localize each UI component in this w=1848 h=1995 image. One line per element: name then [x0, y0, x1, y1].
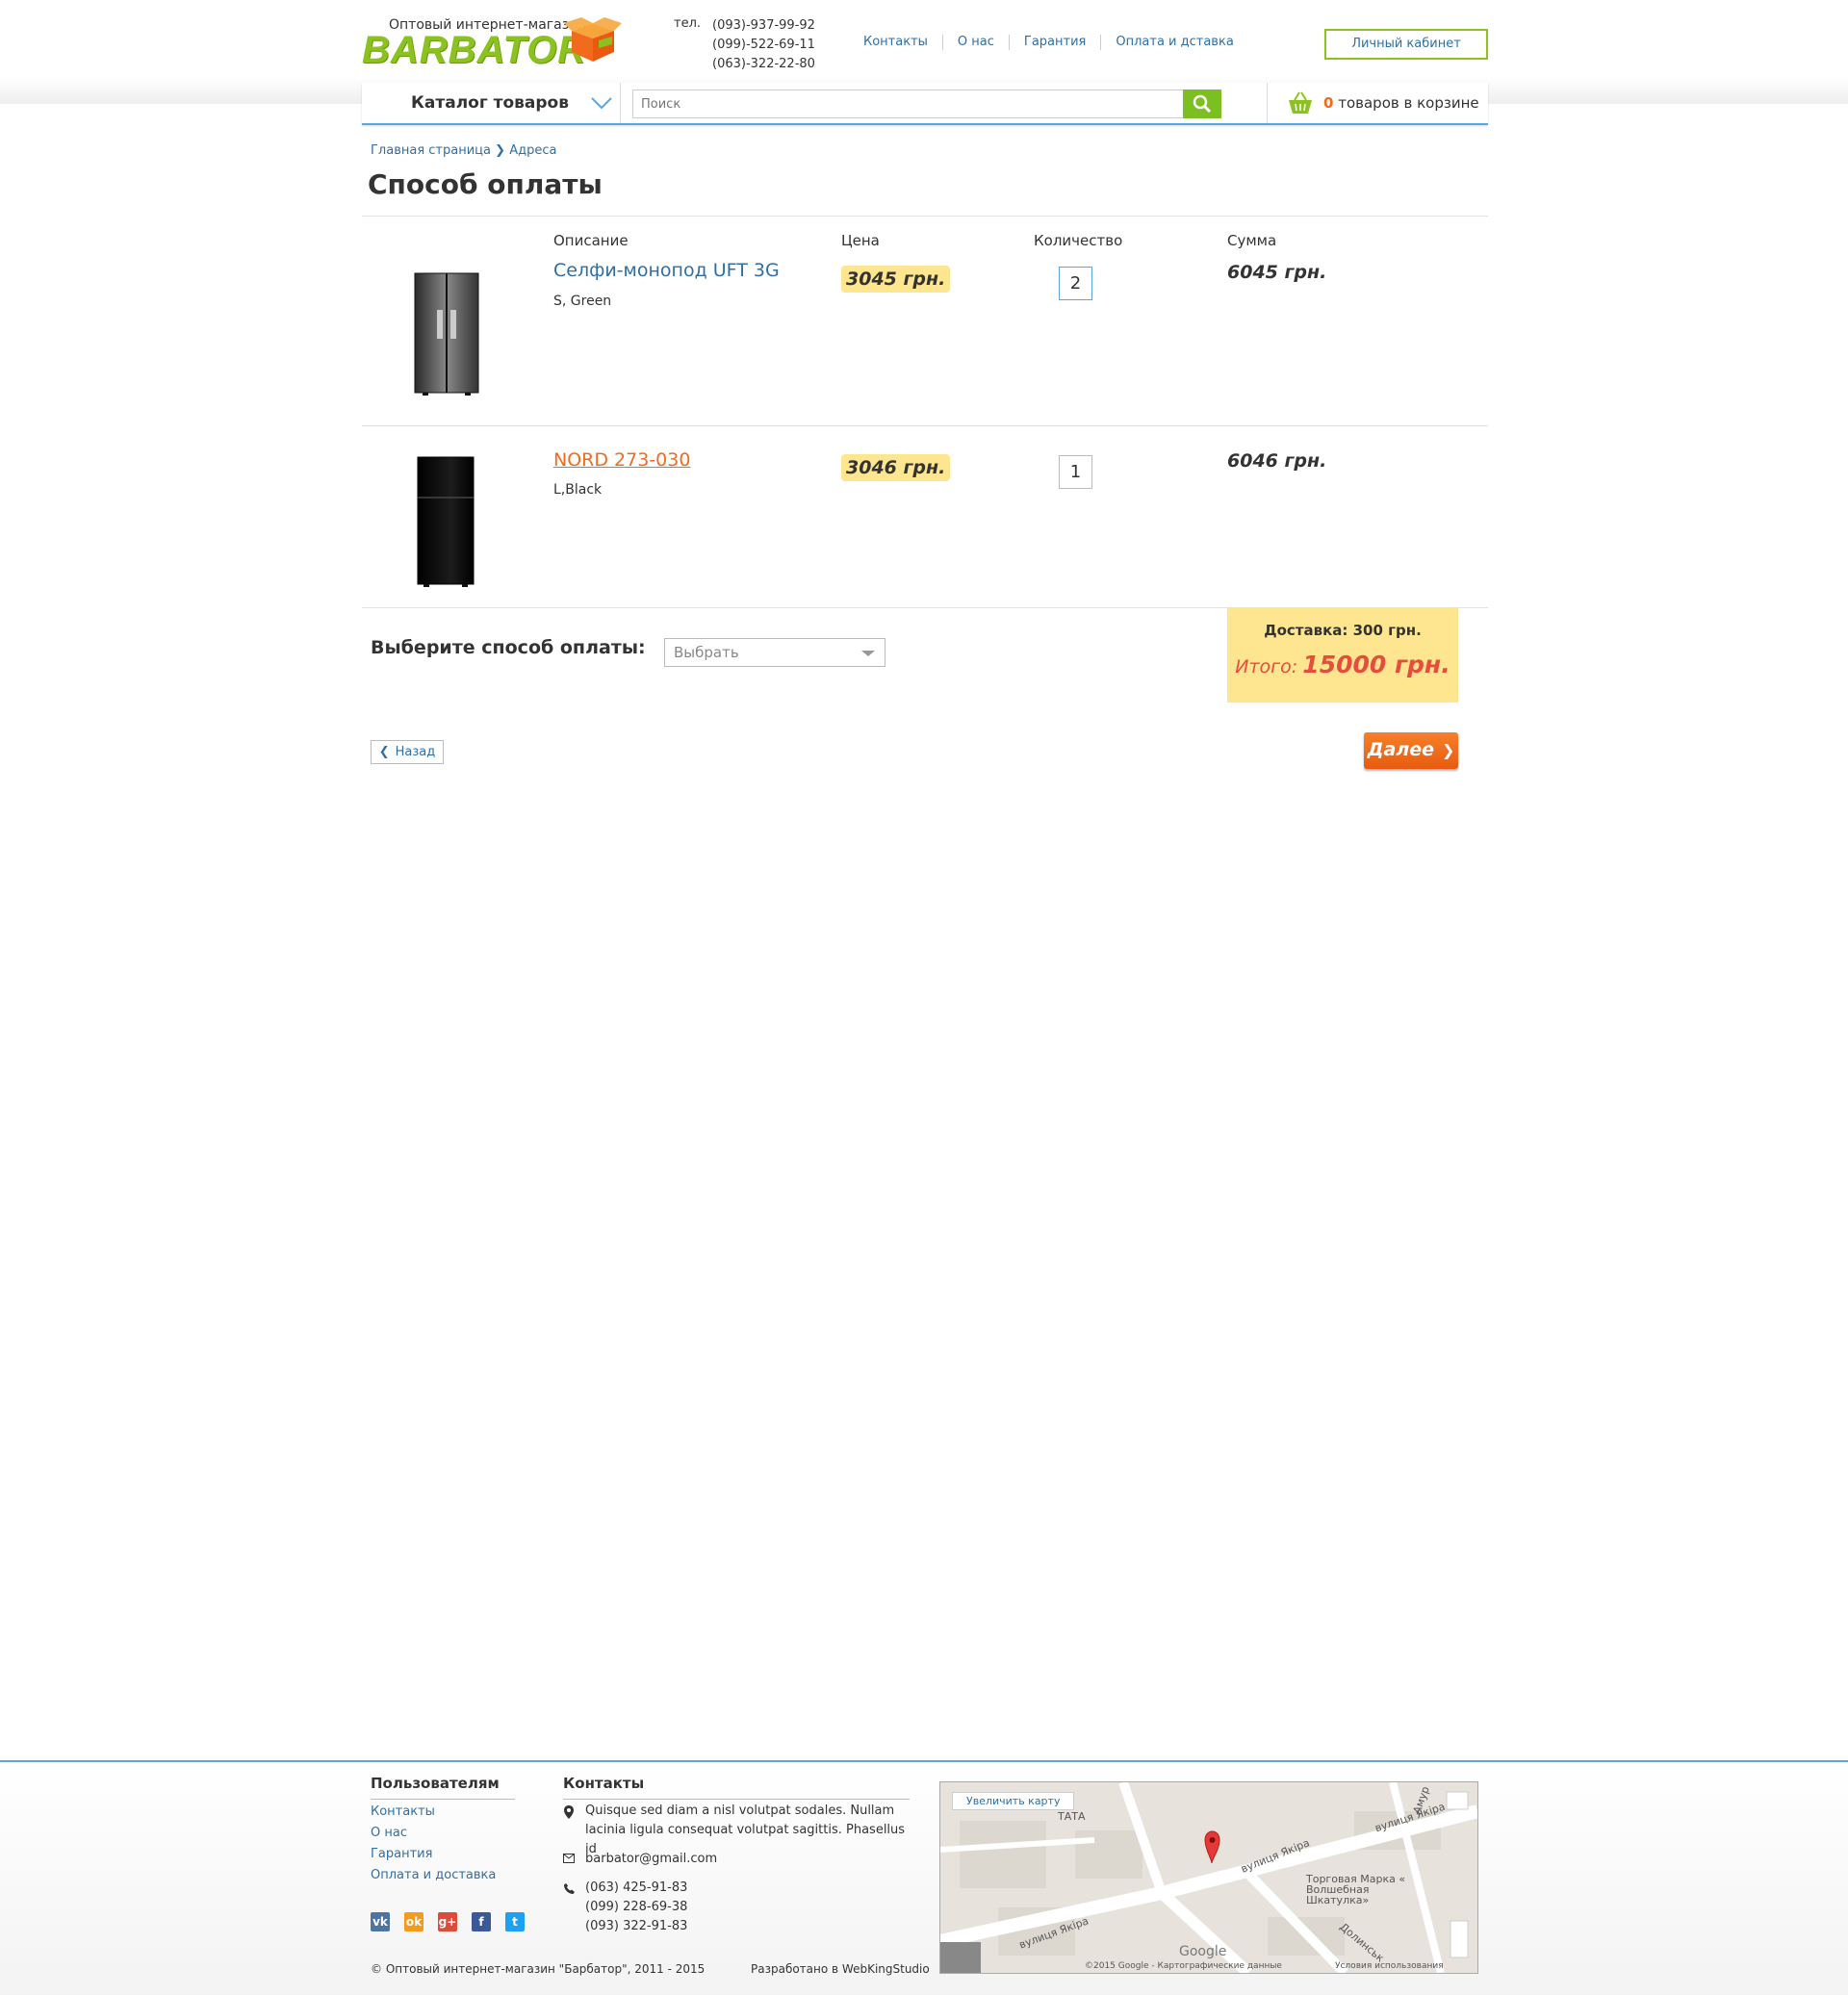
divider [371, 1799, 515, 1800]
basket-icon [1289, 91, 1312, 114]
payment-method-value: Выбрать [674, 644, 739, 661]
phone-icon [564, 1883, 575, 1894]
map-label: ©2015 Google - Картографические данные [1085, 1961, 1282, 1971]
main-navbar: Каталог товаров 0 товаров в корзине [362, 83, 1488, 125]
item-title-link[interactable]: NORD 273-030 [553, 449, 690, 471]
google-plus-icon[interactable]: g+ [438, 1912, 457, 1931]
payment-method-label: Выберите способ оплаты: [371, 637, 646, 658]
map-marker-icon [564, 1805, 574, 1819]
map-zoom-button[interactable]: Увеличить карту [952, 1792, 1075, 1810]
top-nav: Контакты О нас Гарантия Оплата и дставка [863, 35, 1248, 50]
cart-text: товаров в корзине [1338, 94, 1479, 112]
item-title-link[interactable]: Селфи-монопод UFT 3G [553, 260, 780, 281]
footer-link-contacts[interactable]: Контакты [371, 1804, 435, 1819]
total-label: Итого: [1235, 656, 1298, 678]
column-description: Описание [553, 232, 629, 249]
breadcrumb-home[interactable]: Главная страница [371, 143, 491, 158]
footer-email[interactable]: barbator@gmail.com [585, 1850, 717, 1869]
footer-link-payment[interactable]: Оплата и доставка [371, 1868, 496, 1882]
product-image-fridge-silver[interactable] [413, 271, 480, 396]
envelope-icon [563, 1854, 575, 1863]
footer-link-warranty[interactable]: Гарантия [371, 1847, 432, 1861]
catalog-dropdown[interactable]: Каталог товаров [362, 83, 621, 123]
location-map[interactable]: Увеличить карту ТАТА вулиця Якіра вулиця… [939, 1781, 1478, 1974]
phone-3: (063)-322-22-80 [712, 57, 815, 71]
breadcrumb-separator: ❯ [495, 143, 506, 158]
back-button[interactable]: ❮ Назад [371, 740, 444, 764]
search-box [632, 90, 1221, 118]
site-footer [0, 1760, 1848, 1995]
column-price: Цена [841, 232, 880, 249]
copyright: © Оптовый интернет-магазин "Барбатор", 2… [371, 1962, 706, 1976]
nav-warranty[interactable]: Гарантия [1008, 35, 1100, 50]
page-title: Способ оплаты [368, 168, 603, 200]
delivery-cost: Доставка: 300 грн. [1264, 622, 1422, 639]
breadcrumb-current[interactable]: Адреса [509, 143, 556, 158]
footer-contacts-heading: Контакты [563, 1775, 645, 1792]
phone-2: (099)-522-69-11 [712, 38, 815, 52]
breadcrumb: Главная страница ❯ Адреса [371, 143, 556, 158]
item-price: 3046 грн. [841, 454, 951, 481]
item-options: L,Black [553, 482, 603, 498]
search-input[interactable] [633, 90, 1182, 117]
search-icon [1193, 94, 1212, 114]
item-sum: 6045 грн. [1227, 262, 1327, 283]
order-total-box: Доставка: 300 грн. Итого: 15000 грн. [1227, 608, 1458, 703]
divider [362, 216, 1488, 217]
column-quantity: Количество [1034, 232, 1123, 249]
nav-about[interactable]: О нас [941, 35, 1009, 50]
column-sum: Сумма [1227, 232, 1277, 249]
product-image-fridge-black[interactable] [416, 455, 475, 588]
quantity-input[interactable]: 2 [1059, 267, 1092, 300]
search-button[interactable] [1183, 90, 1221, 118]
item-options: S, Green [553, 294, 612, 309]
odnoklassniki-icon[interactable]: ok [404, 1912, 424, 1931]
facebook-icon[interactable]: f [472, 1912, 491, 1931]
map-label: Google [1179, 1944, 1227, 1959]
twitter-icon[interactable]: t [505, 1912, 525, 1931]
logo-box-icon [564, 17, 622, 62]
footer-phone-2: (099) 228-69-38 [585, 1900, 688, 1914]
chevron-right-icon: ❯ [1442, 741, 1455, 759]
footer-phone-3: (093) 322-91-83 [585, 1919, 688, 1933]
cart-count: 0 [1323, 94, 1334, 112]
divider [362, 425, 1488, 426]
logo-wordmark: BARBATOR [362, 29, 587, 71]
divider [563, 1799, 910, 1800]
chevron-left-icon: ❮ [378, 745, 390, 759]
personal-cabinet-button[interactable]: Личный кабинет [1324, 29, 1488, 60]
catalog-label: Каталог товаров [411, 93, 569, 113]
next-button[interactable]: Далее ❯ [1364, 732, 1458, 769]
footer-users-heading: Пользователям [371, 1775, 500, 1792]
total-value: 15000 грн. [1302, 651, 1450, 678]
caret-down-icon [861, 651, 875, 656]
footer-phone-1: (063) 425-91-83 [585, 1880, 688, 1895]
phone-label: тел. [674, 16, 702, 31]
site-header: Оптовый интернет-магазин BARBATOR тел. (… [0, 0, 1848, 83]
map-label: Торговая Марка « Волшебная Шкатулка» [1306, 1873, 1406, 1906]
next-label: Далее [1367, 739, 1435, 760]
nav-contacts[interactable]: Контакты [863, 35, 942, 50]
chevron-down-icon [591, 97, 612, 110]
map-label: Условия использования [1335, 1961, 1444, 1971]
quantity-input[interactable]: 1 [1059, 455, 1092, 489]
item-price: 3045 грн. [841, 266, 951, 293]
payment-method-select[interactable]: Выбрать [664, 638, 886, 667]
developer-credit[interactable]: Разработано в WebKingStudio [751, 1962, 930, 1976]
map-label: ТАТА [1058, 1810, 1086, 1823]
nav-payment-delivery[interactable]: Оплата и дставка [1100, 35, 1247, 50]
back-label: Назад [395, 745, 436, 759]
vk-icon[interactable]: vk [371, 1912, 390, 1931]
item-sum: 6046 грн. [1227, 450, 1327, 472]
site-logo[interactable]: Оптовый интернет-магазин BARBATOR [362, 17, 627, 69]
phone-1: (093)-937-99-92 [712, 18, 815, 33]
cart-summary[interactable]: 0 товаров в корзине [1267, 83, 1489, 123]
footer-link-about[interactable]: О нас [371, 1826, 407, 1840]
